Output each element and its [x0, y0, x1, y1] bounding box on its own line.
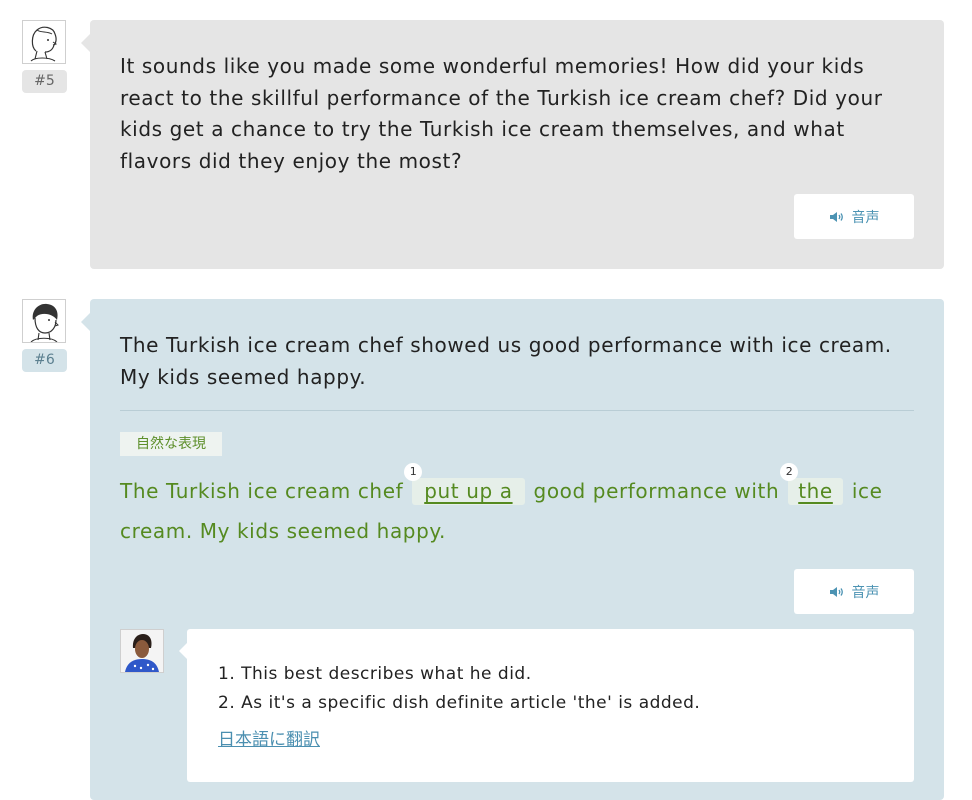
user-avatar-icon[interactable]: [22, 299, 66, 343]
user-avatar-icon[interactable]: [22, 20, 66, 64]
correction-highlight-text: the: [798, 479, 833, 503]
message-text: It sounds like you made some wonderful m…: [120, 54, 883, 173]
speaker-icon: [829, 586, 843, 597]
tutor-comment-list: 1. This best describes what he did. 2. A…: [218, 660, 700, 718]
message-number-badge: #6: [22, 349, 67, 372]
natural-expression-tag: 自然な表現: [120, 432, 222, 456]
tutor-comment-item: 1. This best describes what he did.: [218, 664, 532, 684]
audio-button-label: 音声: [851, 209, 880, 226]
correction-highlight-1[interactable]: 1 put up a: [404, 463, 525, 505]
audio-button[interactable]: 音声: [794, 194, 914, 239]
correction-highlight-text: put up a: [424, 479, 513, 503]
correction-number: 1: [404, 463, 423, 481]
translate-to-japanese-link[interactable]: 日本語に翻訳: [218, 725, 320, 750]
audio-button-label: 音声: [851, 584, 880, 601]
correction-highlight-2[interactable]: 2 the: [780, 463, 843, 505]
message-6: #6 The Turkish ice cream chef showed us …: [0, 280, 972, 800]
message-bubble: It sounds like you made some wonderful m…: [81, 20, 944, 269]
corrected-sentence: The Turkish ice cream chef 1 put up a goo…: [120, 463, 916, 551]
correction-text: The Turkish ice cream chef: [120, 479, 404, 503]
message-bubble: The Turkish ice cream chef showed us goo…: [81, 299, 944, 800]
message-text: The Turkish ice cream chef showed us goo…: [120, 333, 892, 389]
divider: [120, 410, 914, 411]
tutor-comment-box: 1. This best describes what he did. 2. A…: [179, 629, 914, 782]
tutor-comment-item: 2. As it's a specific dish definite arti…: [218, 693, 701, 713]
speaker-icon: [829, 211, 843, 222]
audio-button[interactable]: 音声: [794, 569, 914, 614]
message-number-badge: #5: [22, 70, 67, 93]
correction-text: good performance with: [533, 479, 780, 503]
tutor-avatar-icon[interactable]: [120, 629, 164, 673]
message-5: #5 It sounds like you made some wonderfu…: [0, 0, 972, 280]
correction-number: 2: [780, 463, 799, 481]
